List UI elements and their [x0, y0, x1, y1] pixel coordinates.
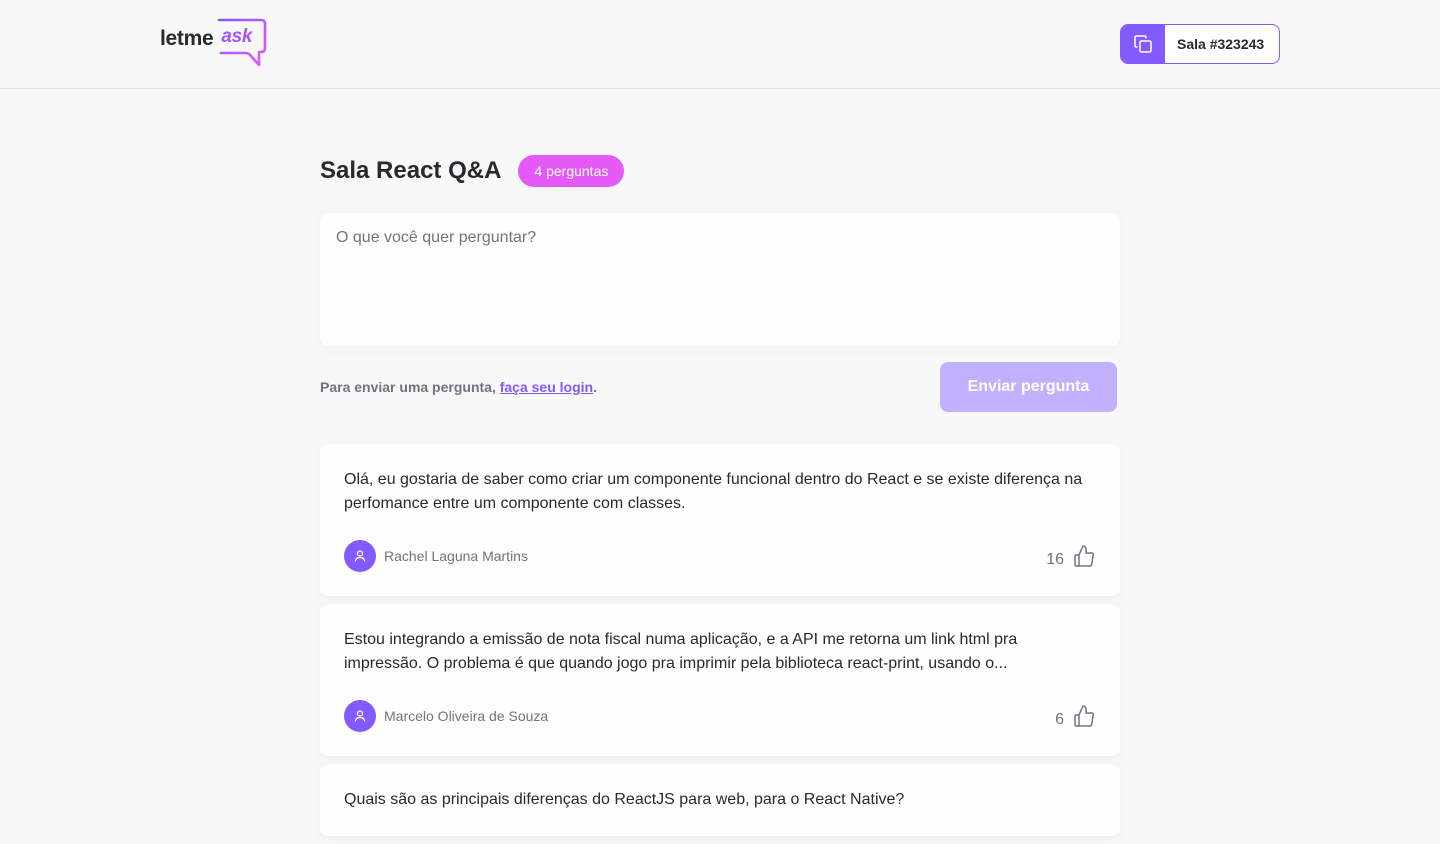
login-prompt: Para enviar uma pergunta, faça seu login… — [320, 379, 597, 395]
user-icon — [344, 700, 376, 732]
form-footer: Para enviar uma pergunta, faça seu login… — [320, 362, 1120, 412]
question-footer: Marcelo Oliveira de Souza 6 — [344, 700, 1096, 732]
logo-text-ask: ask — [221, 26, 253, 47]
question-card: Olá, eu gostaria de saber como criar um … — [320, 444, 1120, 596]
thumbs-up-icon — [1074, 545, 1094, 567]
room-main: Sala React Q&A 4 perguntas Para enviar u… — [320, 89, 1120, 844]
question-content: Quais são as principais diferenças do Re… — [344, 791, 905, 808]
question-content: Estou integrando a emissão de nota fisca… — [344, 631, 1018, 672]
logo-text-letme: letme — [160, 27, 214, 50]
page-header: letme ask Sala #323243 — [0, 0, 1440, 89]
question-count-badge: 4 perguntas — [518, 155, 625, 187]
question-list: Olá, eu gostaria de saber como criar um … — [320, 444, 1120, 836]
thumbs-up-icon — [1074, 705, 1094, 727]
login-prompt-suffix: . — [593, 379, 597, 395]
room-title-row: Sala React Q&A 4 perguntas — [320, 155, 1120, 187]
like-count: 6 — [1055, 711, 1064, 728]
room-code-label: Sala #323243 — [1177, 36, 1265, 52]
user-icon — [344, 540, 376, 572]
like-count: 16 — [1046, 551, 1064, 568]
like-button[interactable]: 6 — [1055, 704, 1096, 728]
copy-room-code-button[interactable]: Sala #323243 — [1120, 24, 1280, 64]
question-card: Quais são as principais diferenças do Re… — [320, 764, 1120, 836]
send-question-button[interactable]: Enviar pergunta — [940, 362, 1117, 412]
author-name: Marcelo Oliveira de Souza — [384, 708, 549, 724]
copy-icon — [1121, 25, 1165, 63]
like-button[interactable]: 16 — [1046, 544, 1096, 568]
question-input[interactable] — [320, 213, 1120, 346]
question-content: Olá, eu gostaria de saber como criar um … — [344, 471, 1083, 512]
question-card: Estou integrando a emissão de nota fisca… — [320, 604, 1120, 756]
letmeask-logo[interactable]: letme ask — [160, 18, 267, 68]
question-author: Rachel Laguna Martins — [344, 540, 528, 572]
login-prompt-text: Para enviar uma pergunta, — [320, 379, 500, 395]
question-footer: Rachel Laguna Martins 16 — [344, 540, 1096, 572]
logo-speech-bubble: ask — [215, 18, 267, 68]
question-author: Marcelo Oliveira de Souza — [344, 700, 548, 732]
login-link[interactable]: faça seu login — [500, 379, 593, 395]
author-name: Rachel Laguna Martins — [384, 548, 528, 564]
room-title: Sala React Q&A — [320, 157, 502, 184]
